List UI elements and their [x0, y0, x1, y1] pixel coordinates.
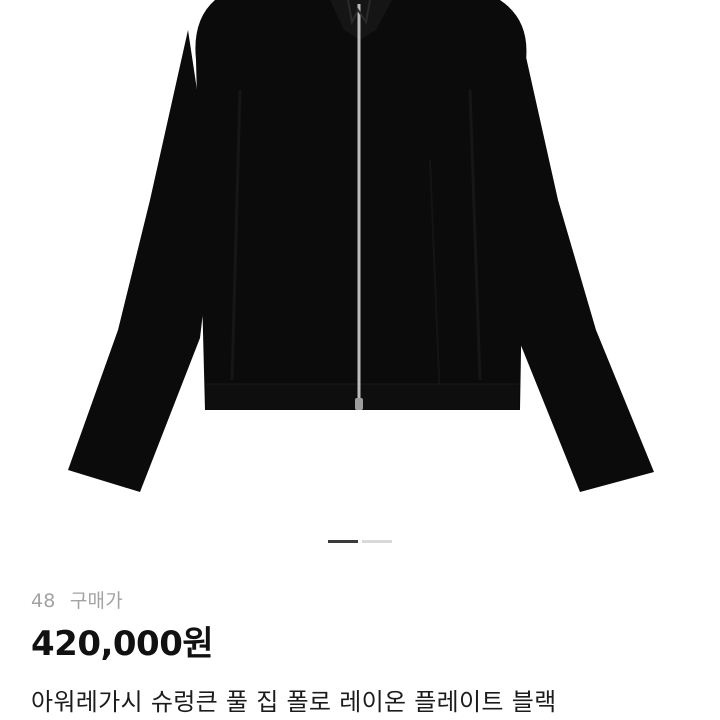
- product-image[interactable]: [0, 0, 720, 530]
- price-label: 구매가: [69, 590, 123, 612]
- price-value: 420,000원: [31, 624, 214, 664]
- left-sleeve: [68, 30, 215, 492]
- size-value: 48: [31, 590, 56, 612]
- jacket-body: [195, 0, 527, 410]
- zip-jacket-image: [68, 0, 654, 492]
- size-and-label: 48 구매가: [31, 586, 123, 613]
- product-detail-page: 48 구매가 420,000원 아워레가시 슈렁큰 풀 집 폴로 레이온 플레이…: [0, 0, 720, 720]
- carousel-dot-2[interactable]: [362, 540, 392, 543]
- zipper-pull: [355, 398, 363, 410]
- carousel-indicator: [0, 540, 720, 544]
- product-title: 아워레가시 슈렁큰 풀 집 폴로 레이온 플레이트 블랙: [31, 688, 557, 716]
- carousel-dot-1[interactable]: [328, 540, 358, 543]
